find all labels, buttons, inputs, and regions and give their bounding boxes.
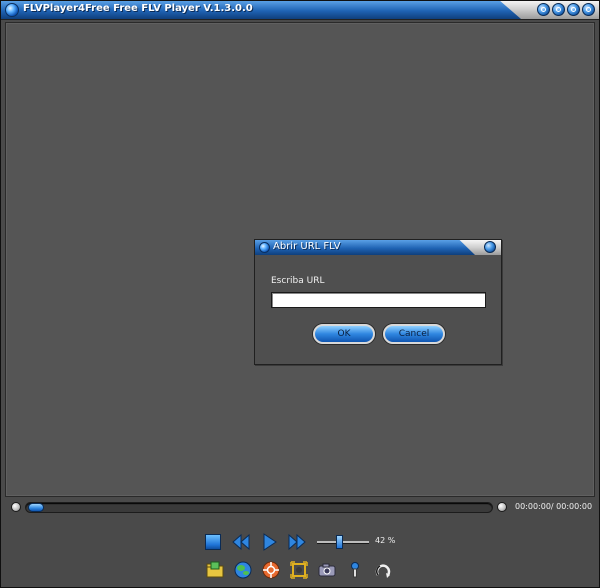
dialog-close-icon[interactable]: [484, 241, 496, 253]
info-icon[interactable]: [345, 560, 365, 580]
time-display: 00:00:00/ 00:00:00: [515, 502, 593, 511]
bottom-toolbar: [201, 559, 401, 583]
snapshot-camera-icon[interactable]: [317, 560, 337, 580]
stop-square: [205, 534, 221, 550]
cancel-button[interactable]: Cancel: [383, 324, 445, 344]
seek-end-icon[interactable]: [497, 502, 507, 512]
play-icon[interactable]: [259, 532, 279, 552]
dialog-title: Abrir URL FLV: [273, 241, 341, 252]
rewind-icon[interactable]: [231, 532, 251, 552]
volume-text: 42 %: [375, 536, 396, 545]
ok-button[interactable]: OK: [313, 324, 375, 344]
volume-slider[interactable]: [317, 535, 369, 549]
volume-knob[interactable]: [336, 535, 343, 549]
fullscreen-icon[interactable]: [289, 560, 309, 580]
url-label: Escriba URL: [271, 276, 325, 286]
title-bar[interactable]: FLVPlayer4Free Free FLV Player V.1.3.0.0: [1, 1, 599, 20]
seek-start-icon[interactable]: [11, 502, 21, 512]
open-url-globe-icon[interactable]: [233, 560, 253, 580]
close-icon[interactable]: [582, 3, 595, 16]
minimize-icon[interactable]: [537, 3, 550, 16]
window-title: FLVPlayer4Free Free FLV Player V.1.3.0.0: [23, 3, 253, 14]
loop-icon[interactable]: [373, 560, 393, 580]
app-logo-icon[interactable]: [5, 3, 19, 17]
app-window: FLVPlayer4Free Free FLV Player V.1.3.0.0…: [0, 0, 600, 588]
seek-thumb[interactable]: [28, 503, 44, 512]
dialog-app-icon: [259, 242, 270, 253]
maximize-icon[interactable]: [567, 3, 580, 16]
url-input[interactable]: [271, 292, 486, 308]
open-url-dialog: Abrir URL FLV Escriba URL OK Cancel: [254, 239, 502, 365]
fast-forward-icon[interactable]: [287, 532, 307, 552]
settings-icon[interactable]: [261, 560, 281, 580]
stop-icon[interactable]: [203, 532, 223, 552]
restore-icon[interactable]: [552, 3, 565, 16]
dialog-title-bar[interactable]: Abrir URL FLV: [255, 240, 501, 255]
transport-controls: 42 %: [201, 529, 421, 555]
seek-bar-row: 00:00:00/ 00:00:00: [5, 499, 595, 517]
open-file-icon[interactable]: [205, 560, 225, 580]
seek-bar[interactable]: [25, 502, 493, 513]
